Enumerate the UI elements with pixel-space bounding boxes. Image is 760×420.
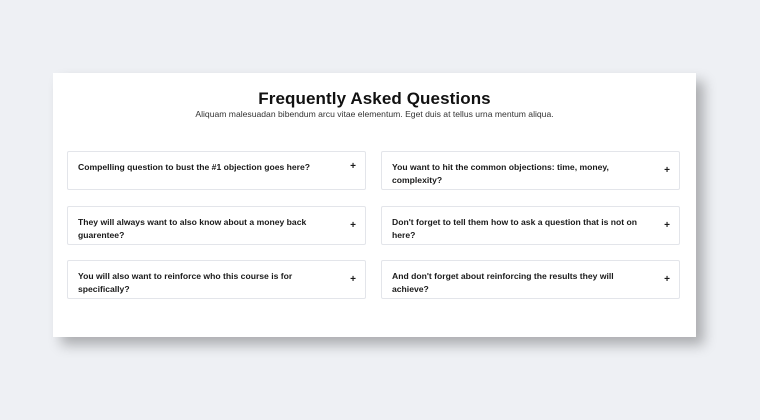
faq-item-5[interactable]: You will also want to reinforce who this…: [67, 260, 366, 299]
faq-section: Frequently Asked Questions Aliquam males…: [53, 73, 696, 337]
expand-plus-icon[interactable]: +: [664, 274, 670, 285]
faq-item-4[interactable]: Don't forget to tell them how to ask a q…: [381, 206, 680, 245]
faq-item-3[interactable]: They will always want to also know about…: [67, 206, 366, 245]
expand-plus-icon[interactable]: +: [664, 220, 670, 231]
expand-plus-icon[interactable]: +: [350, 220, 356, 231]
expand-plus-icon[interactable]: +: [350, 162, 356, 172]
faq-title: Frequently Asked Questions: [258, 89, 491, 108]
expand-plus-icon[interactable]: +: [350, 274, 356, 285]
faq-question: You want to hit the common objections: t…: [392, 162, 609, 185]
faq-question: And don't forget about reinforcing the r…: [392, 271, 614, 294]
expand-plus-icon[interactable]: +: [664, 165, 670, 176]
faq-subtitle: Aliquam malesuadan bibendum arcu vitae e…: [195, 109, 554, 119]
faq-question: They will always want to also know about…: [78, 217, 307, 240]
faq-question: Compelling question to bust the #1 objec…: [78, 162, 311, 172]
faq-item-6[interactable]: And don't forget about reinforcing the r…: [381, 260, 680, 299]
faq-item-2[interactable]: You want to hit the common objections: t…: [381, 151, 680, 190]
faq-question: You will also want to reinforce who this…: [78, 271, 293, 294]
faq-item-1[interactable]: Compelling question to bust the #1 objec…: [67, 151, 366, 190]
faq-question: Don't forget to tell them how to ask a q…: [392, 217, 638, 240]
